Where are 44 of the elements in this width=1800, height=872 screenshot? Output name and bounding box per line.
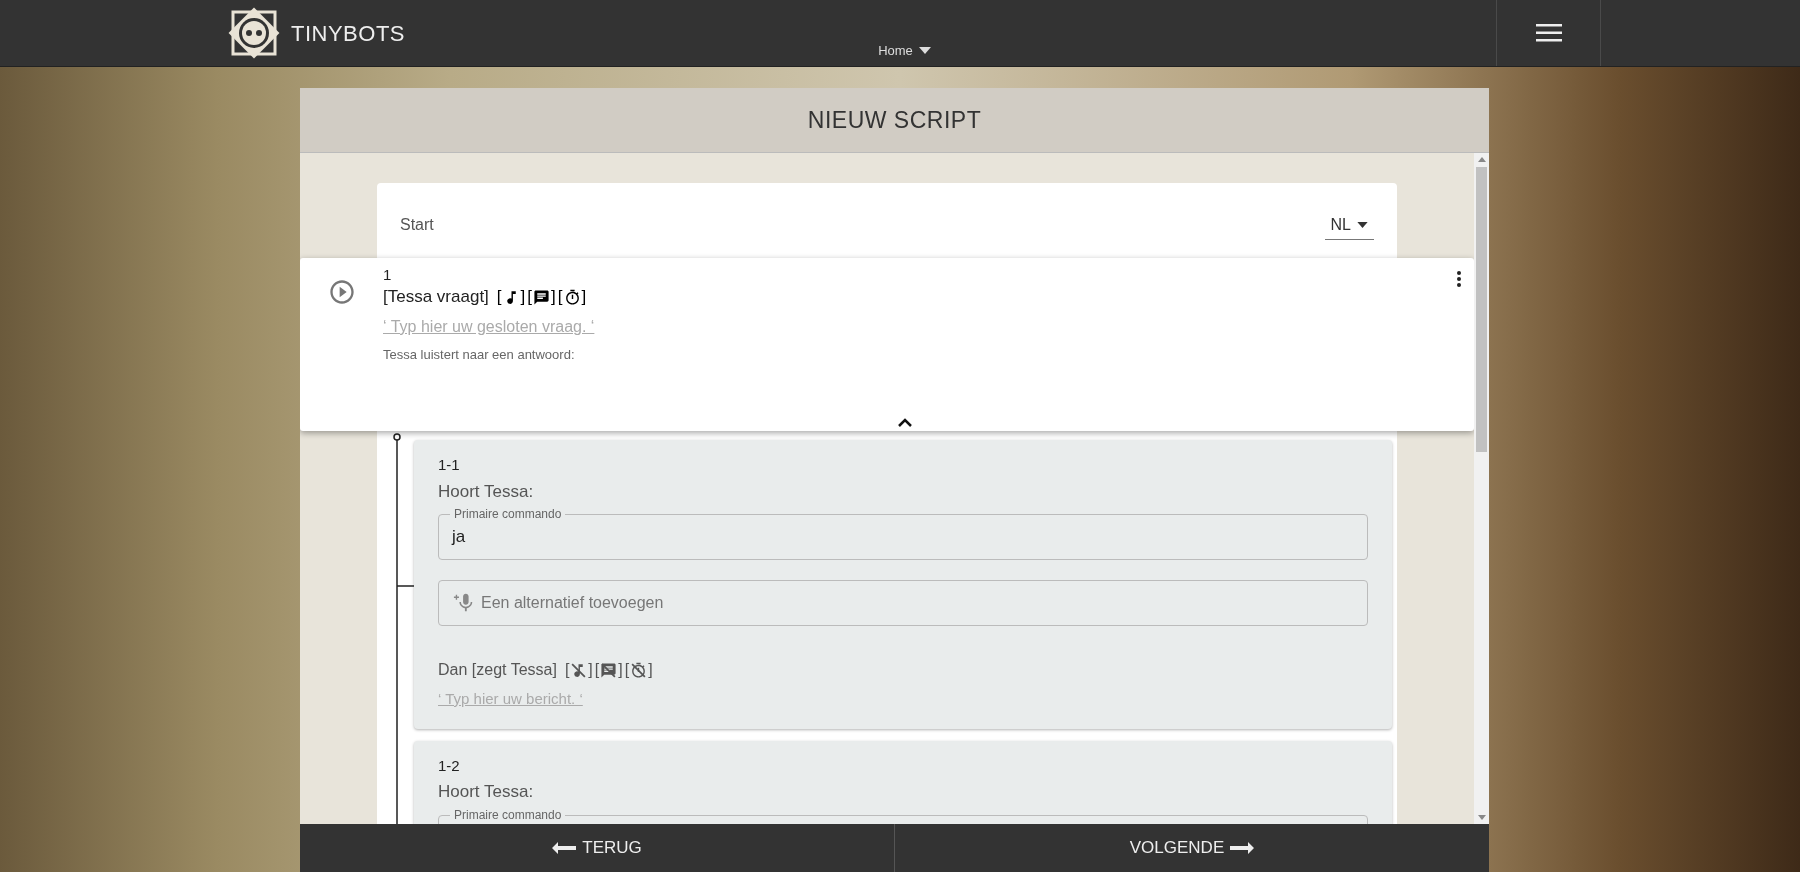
branch-number: 1-1 (438, 455, 460, 475)
chevron-up-icon (897, 417, 913, 427)
play-icon (327, 278, 356, 306)
branch-number: 1-2 (438, 755, 460, 776)
alternative-field[interactable]: Een alternatief toevoegen (438, 580, 1368, 626)
message-off-icon (600, 661, 618, 679)
caret-icon (918, 46, 931, 54)
more-button[interactable] (1456, 270, 1462, 288)
hear-label: Hoort Tessa: (438, 480, 534, 503)
media-toggle[interactable]: [ ] (527, 285, 556, 309)
then-label: Dan [zegt Tessa] (438, 660, 557, 680)
scrollbar[interactable] (1474, 153, 1489, 824)
start-label: Start (400, 215, 434, 235)
menu-icon (1535, 24, 1562, 42)
step-action: [Tessa vraagt] (383, 286, 489, 308)
stopwatch-icon (563, 288, 581, 306)
caret-icon (1357, 222, 1368, 228)
stopwatch-off-icon (630, 661, 648, 679)
media-toggle[interactable]: [ ] (594, 658, 623, 682)
language-dropdown[interactable]: NL (1324, 213, 1374, 240)
add-microphone-icon (453, 592, 475, 614)
panel-title: NIEUW SCRIPT (807, 105, 982, 135)
arrow-left-icon (552, 842, 577, 854)
scroll-up-icon (1477, 157, 1486, 162)
music-note-off-icon (570, 661, 588, 679)
step-number: 1 (383, 265, 392, 285)
collapse-button[interactable] (897, 417, 913, 427)
home-dropdown[interactable]: Home (878, 40, 931, 60)
field-placeholder: Een alternatief toevoegen (481, 593, 664, 613)
media-toggle[interactable]: [ ] (624, 658, 653, 682)
listen-label: Tessa luistert naar een antwoord: (383, 346, 575, 364)
media-toggle[interactable]: [ ] (557, 285, 587, 309)
play-button[interactable] (327, 278, 356, 306)
more-vertical-icon (1456, 270, 1462, 288)
hear-label: Hoort Tessa: (438, 781, 534, 803)
arrow-right-icon (1230, 842, 1255, 854)
next-button[interactable]: VOLGENDE (895, 824, 1489, 872)
message-icon (533, 288, 551, 306)
back-button[interactable]: TERUG (300, 824, 895, 872)
brand-name: TINYBOTS (291, 19, 405, 48)
media-toggle[interactable]: [ ] (496, 285, 526, 309)
media-toggle[interactable]: [ ] (564, 658, 593, 682)
field-value: ja (452, 526, 466, 549)
scroll-down-icon (1477, 815, 1486, 820)
